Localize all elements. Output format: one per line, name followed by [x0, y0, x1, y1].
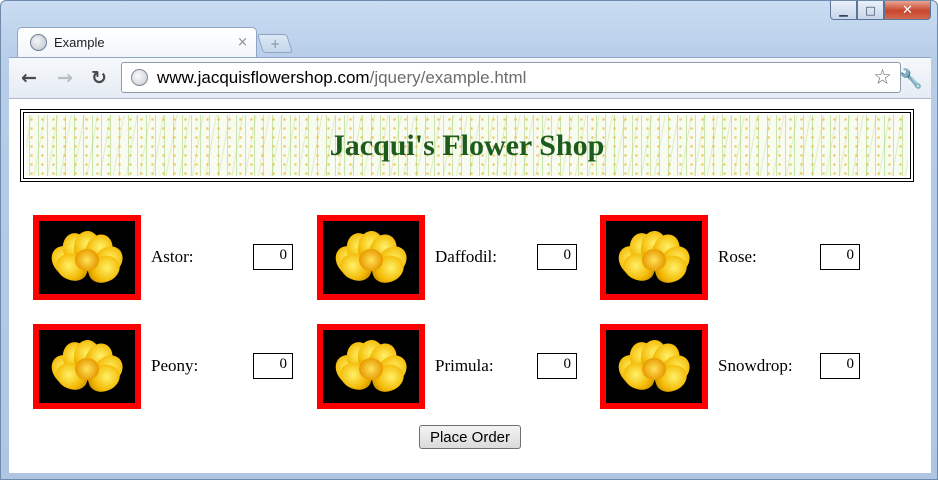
- minimize-button[interactable]: ▁: [830, 1, 857, 20]
- yellow-flower-icon: [45, 229, 129, 287]
- flower-item: Peony: 0: [33, 324, 333, 409]
- quantity-input[interactable]: 0: [253, 353, 293, 379]
- window-controls: ▁ □ ✕: [830, 1, 931, 20]
- close-window-button[interactable]: ✕: [884, 1, 931, 20]
- url-host: www.jacquisflowershop.com: [157, 67, 370, 87]
- reload-button[interactable]: ↻: [87, 66, 111, 90]
- flower-label: Daffodil:: [435, 247, 498, 266]
- bookmark-star-icon[interactable]: ☆: [873, 65, 892, 89]
- back-button[interactable]: ←: [17, 66, 41, 90]
- quantity-input[interactable]: 0: [820, 353, 860, 379]
- grass-background: Jacqui's Flower Shop: [26, 115, 908, 176]
- browser-window: ▁ □ ✕ Example × + ← → ↻ www.jacquisflowe…: [0, 0, 938, 480]
- page-icon: [131, 69, 148, 86]
- flower-item: Snowdrop: 0: [600, 324, 900, 409]
- maximize-button[interactable]: □: [857, 1, 884, 20]
- page-viewport: Jacqui's Flower Shop Astor: 0 Daffodil: 0 Ro…: [9, 98, 931, 473]
- shop-banner: Jacqui's Flower Shop: [20, 109, 914, 182]
- flower-image: [33, 215, 141, 300]
- flower-item: Primula: 0: [317, 324, 617, 409]
- flower-label: Rose:: [718, 247, 757, 266]
- plus-icon: +: [269, 36, 281, 51]
- quantity-input[interactable]: 0: [537, 353, 577, 379]
- flower-image: [317, 215, 425, 300]
- new-tab-button[interactable]: +: [256, 34, 294, 53]
- tab-title: Example: [54, 35, 105, 50]
- url-path: /jquery/example.html: [369, 67, 527, 87]
- globe-icon: [30, 34, 47, 51]
- flower-item: Astor: 0: [33, 215, 333, 300]
- flower-image: [33, 324, 141, 409]
- tab-close-icon[interactable]: ×: [237, 35, 248, 50]
- address-bar[interactable]: www.jacquisflowershop.com/jquery/example…: [121, 62, 901, 93]
- browser-tab[interactable]: Example ×: [17, 27, 257, 57]
- browser-toolbar: ← → ↻ www.jacquisflowershop.com/jquery/e…: [9, 57, 931, 98]
- flower-item: Daffodil: 0: [317, 215, 617, 300]
- flower-label: Peony:: [151, 356, 199, 375]
- flower-item: Rose: 0: [600, 215, 900, 300]
- yellow-flower-icon: [612, 338, 696, 396]
- flower-label: Snowdrop:: [718, 356, 793, 375]
- page-title: Jacqui's Flower Shop: [329, 129, 605, 162]
- yellow-flower-icon: [612, 229, 696, 287]
- yellow-flower-icon: [329, 338, 413, 396]
- flower-label: Primula:: [435, 356, 494, 375]
- wrench-menu-icon[interactable]: 🔧: [899, 66, 923, 90]
- yellow-flower-icon: [45, 338, 129, 396]
- flower-image: [317, 324, 425, 409]
- place-order-button[interactable]: Place Order: [419, 425, 521, 449]
- quantity-input[interactable]: 0: [820, 244, 860, 270]
- quantity-input[interactable]: 0: [537, 244, 577, 270]
- flower-image: [600, 215, 708, 300]
- quantity-input[interactable]: 0: [253, 244, 293, 270]
- forward-button[interactable]: →: [53, 66, 77, 90]
- flower-label: Astor:: [151, 247, 194, 266]
- yellow-flower-icon: [329, 229, 413, 287]
- flower-image: [600, 324, 708, 409]
